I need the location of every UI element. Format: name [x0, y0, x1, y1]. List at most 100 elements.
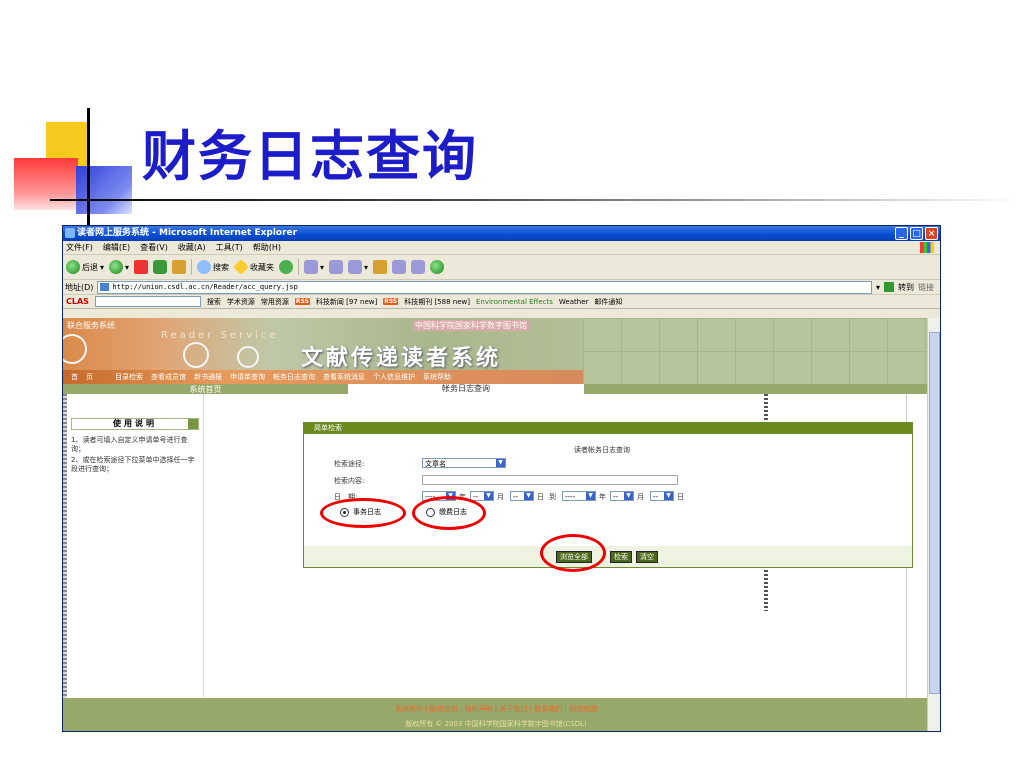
library-name: 中国科学院国家科学数字图书馆 [413, 320, 529, 331]
page-viewport: 联合服务系统 Reader Service 中国科学院国家科学数字图书馆 文献传… [63, 318, 929, 731]
media-button[interactable] [279, 260, 294, 274]
clear-button[interactable]: 清空 [636, 551, 658, 563]
usage-title: 使用说明 [71, 418, 199, 430]
annotation-circle [540, 534, 606, 572]
address-url: http://union.csdl.ac.cn/Reader/acc_query… [112, 282, 298, 291]
common-resources-link[interactable]: 常用资源 [261, 297, 289, 307]
nav-request-query[interactable]: 申请单查询 [230, 372, 265, 382]
mail-icon [304, 260, 319, 274]
panel-body: 读者帐务日志查询 检索途径: 文章名 ▼ 检索内容: 日 期: ---- ▼ 年 … [304, 434, 912, 546]
union-service-label: 联合服务系统 [67, 321, 115, 330]
go-button[interactable]: 转到 [898, 282, 914, 293]
menu-view[interactable]: 查看(V) [140, 241, 168, 254]
end-day-select[interactable]: -- ▼ [650, 491, 674, 501]
toolbar-separator [191, 259, 193, 275]
decor-circle [183, 342, 209, 368]
messenger-button[interactable] [411, 260, 426, 274]
links-button[interactable]: 链接 [918, 282, 934, 293]
usage-box: 使用说明 1、读者可填入自定义申请单号进行查询； 2、或在检索途径下拉菜单中选择… [71, 418, 199, 474]
start-day-value: -- [513, 493, 519, 501]
site-footer: 系统简介 | 版权说明 | 隐私声明 | 关于我们 | 联系我们 | 网站地图 … [63, 698, 929, 731]
toolbar-separator [298, 259, 300, 275]
search-button[interactable]: 检索 [610, 551, 632, 563]
windows-flag-icon [920, 242, 934, 253]
month-label: 月 [637, 493, 644, 501]
browser-window: 读者网上服务系统 - Microsoft Internet Explorer _… [62, 225, 941, 732]
rss-icon: RSS [294, 298, 310, 305]
sub-nav: 系统首页 帐务日志查询 [63, 384, 929, 394]
vertical-scrollbar[interactable] [927, 318, 940, 731]
annotation-circle [412, 496, 486, 530]
research-icon [392, 260, 407, 274]
stop-button[interactable] [134, 260, 149, 274]
panel-caption: 读者帐务日志查询 [574, 446, 630, 454]
go-arrow-icon[interactable] [884, 282, 894, 292]
clas-search-button[interactable]: 搜索 [207, 297, 221, 307]
search-button[interactable]: 搜索 [197, 260, 229, 274]
slide-decoration-line [87, 108, 90, 236]
back-arrow-icon [66, 260, 80, 274]
main-content: 使用说明 1、读者可填入自定义申请单号进行查询； 2、或在检索途径下拉菜单中选择… [63, 394, 929, 698]
decor-circle [63, 334, 87, 364]
mail-notify-link[interactable]: 邮件通知 [594, 297, 622, 307]
menu-help[interactable]: 帮助(H) [253, 241, 281, 254]
print-button[interactable] [329, 260, 344, 274]
tab-account-log[interactable]: 帐务日志查询 [348, 384, 584, 394]
msn-button[interactable] [430, 260, 445, 274]
edit-button[interactable]: ▾ [348, 260, 368, 274]
refresh-button[interactable] [153, 260, 168, 274]
messenger-icon [411, 260, 426, 274]
end-month-select[interactable]: -- ▼ [610, 491, 634, 501]
nav-catalog-search[interactable]: 目录检索 [115, 372, 143, 382]
menu-file[interactable]: 文件(F) [66, 241, 93, 254]
forward-button[interactable]: ▾ [109, 260, 129, 274]
favorites-button[interactable]: 收藏夹 [233, 259, 274, 275]
system-title: 文献传递读者系统 [301, 345, 502, 371]
chevron-down-icon: ▼ [496, 459, 505, 467]
search-content-input[interactable] [422, 475, 678, 485]
home-icon [172, 260, 187, 274]
end-year-select[interactable]: ---- ▼ [562, 491, 596, 501]
back-button[interactable]: 后退 ▾ [66, 260, 104, 274]
toolbar: 后退 ▾ ▾ 搜索 收藏夹 ▾ ▾ [63, 255, 940, 280]
left-column: 使用说明 1、读者可填入自定义申请单号进行查询； 2、或在检索途径下拉菜单中选择… [63, 394, 204, 698]
close-button[interactable]: × [925, 227, 938, 240]
science-journals-link[interactable]: 科技期刊 [588 new] [404, 297, 470, 307]
mail-button[interactable]: ▾ [304, 260, 324, 274]
menu-favorites[interactable]: 收藏(A) [178, 241, 206, 254]
month-label: 月 [497, 493, 504, 501]
chevron-down-icon: ▼ [484, 492, 493, 500]
banner-grid [583, 318, 929, 384]
links-toolbar: CLAS 搜索 学术资源 常用资源 RSS 科技新闻 [97 new] RSS … [63, 295, 940, 309]
weather-link[interactable]: Weather [559, 298, 588, 306]
menu-edit[interactable]: 编辑(E) [103, 241, 130, 254]
academic-resources-link[interactable]: 学术资源 [227, 297, 255, 307]
menu-tools[interactable]: 工具(T) [216, 241, 243, 254]
forward-arrow-icon [109, 260, 124, 274]
star-icon [233, 259, 249, 275]
collapse-icon[interactable] [188, 419, 198, 429]
address-input[interactable]: http://union.csdl.ac.cn/Reader/acc_query… [97, 280, 872, 294]
address-dropdown-icon[interactable]: ▾ [876, 283, 880, 292]
nav-profile[interactable]: 个人信息维护 [373, 372, 415, 382]
nav-member-libraries[interactable]: 查看成员馆 [151, 372, 186, 382]
footer-links[interactable]: 系统简介 | 版权说明 | 隐私声明 | 关于我们 | 联系我们 | 网站地图 [63, 704, 929, 714]
clas-search-input[interactable] [94, 296, 201, 307]
environmental-effects-link[interactable]: Environmental Effects [476, 298, 553, 306]
research-button[interactable] [392, 260, 407, 274]
science-news-link[interactable]: 科技新闻 [97 new] [316, 297, 377, 307]
minimize-button[interactable]: _ [895, 227, 908, 240]
nav-help[interactable]: 系统帮助 [423, 372, 451, 382]
scrollbar-thumb[interactable] [929, 332, 940, 694]
search-label: 搜索 [213, 262, 230, 272]
maximize-button[interactable]: □ [910, 227, 923, 240]
start-day-select[interactable]: -- ▼ [510, 491, 534, 501]
home-button[interactable] [172, 260, 187, 274]
nav-system-messages[interactable]: 查看系统消息 [323, 372, 365, 382]
folder-button[interactable] [373, 260, 388, 274]
search-content-label: 检索内容: [334, 477, 365, 485]
nav-new-books[interactable]: 新书通报 [194, 372, 222, 382]
nav-home[interactable]: 首页 [71, 372, 107, 382]
search-path-select[interactable]: 文章名 ▼ [422, 458, 506, 468]
nav-account-log-query[interactable]: 帐务日志查询 [273, 372, 315, 382]
